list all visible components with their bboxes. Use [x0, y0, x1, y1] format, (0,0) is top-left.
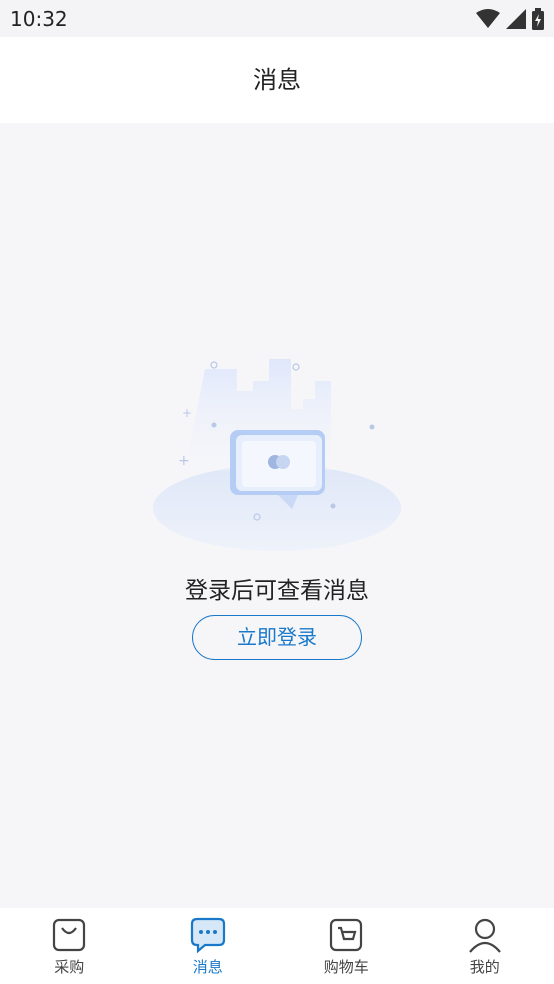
tab-profile[interactable]: 我的: [416, 908, 554, 984]
chat-bubble-icon: [190, 917, 225, 954]
person-icon: [468, 918, 501, 953]
bottom-tab-bar: 采购 消息 购物车 我的: [0, 908, 554, 984]
tab-label: 我的: [469, 958, 500, 976]
signal-icon: [506, 9, 526, 29]
tab-label: 购物车: [323, 958, 369, 976]
empty-state-message: 登录后可查看消息: [185, 578, 369, 604]
status-icons: [476, 8, 544, 30]
tab-label: 消息: [192, 958, 223, 976]
status-time: 10:32: [10, 7, 68, 31]
page-title: 消息: [0, 37, 554, 123]
battery-icon: [532, 8, 544, 30]
empty-messages-illustration: + +: [153, 359, 401, 551]
tab-cart[interactable]: 购物车: [277, 908, 416, 984]
tab-label: 采购: [54, 958, 85, 976]
messages-content: + + 登录后可查看消息 立即登录: [0, 123, 554, 908]
tab-purchase[interactable]: 采购: [0, 908, 139, 984]
svg-text:+: +: [178, 453, 190, 469]
shopping-bag-icon: [53, 918, 86, 952]
login-button[interactable]: 立即登录: [192, 615, 362, 660]
tab-messages[interactable]: 消息: [139, 908, 278, 984]
status-bar: 10:32: [0, 0, 554, 37]
wifi-icon: [476, 9, 500, 28]
svg-text:+: +: [182, 406, 192, 420]
cart-icon: [330, 918, 363, 952]
